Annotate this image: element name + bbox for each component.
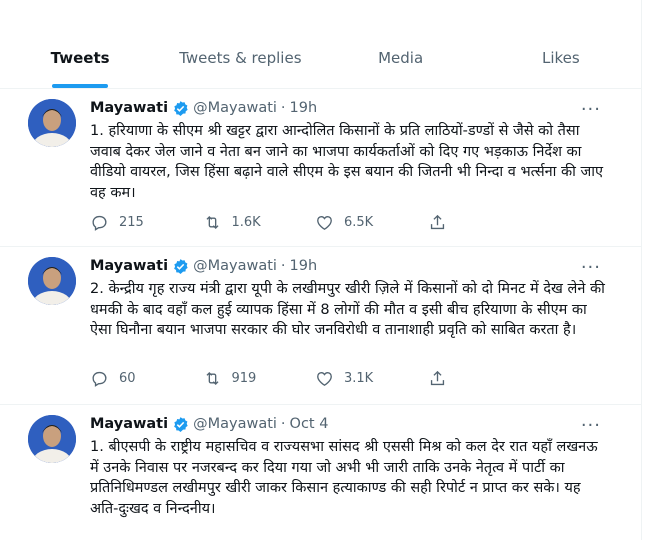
share-button[interactable] — [428, 369, 541, 388]
verified-badge-icon — [174, 258, 188, 274]
tweet-actions: 60 919 3.1K — [90, 368, 540, 388]
tweet-timestamp[interactable]: Oct 4 — [290, 416, 329, 432]
avatar[interactable] — [28, 415, 76, 463]
author-handle[interactable]: @Mayawati — [193, 258, 277, 274]
active-tab-indicator — [52, 84, 109, 88]
tab-media[interactable]: Media — [321, 28, 481, 88]
tweet-header: Mayawati @Mayawati · Oct 4 — [90, 413, 328, 435]
like-button[interactable]: 6.5K — [315, 213, 428, 232]
tweet-text: 2. केन्द्रीय गृह राज्य मंत्री द्वारा यूप… — [90, 281, 605, 338]
like-icon — [317, 215, 332, 230]
author-handle[interactable]: @Mayawati — [193, 416, 277, 432]
more-icon[interactable]: ··· — [581, 415, 601, 436]
tweet-timestamp[interactable]: 19h — [290, 258, 318, 274]
separator-dot: · — [280, 416, 286, 432]
tweet-text: 1. हरियाणा के सीएम श्री खट्टर द्वारा आन्… — [90, 123, 604, 201]
reply-count: 60 — [119, 370, 136, 386]
tweet[interactable]: Mayawati @Mayawati · Oct 4 ··· 1. बीएसपी… — [0, 405, 641, 540]
reply-button[interactable]: 60 — [90, 369, 203, 388]
retweet-count: 919 — [231, 370, 257, 386]
tweet-text: 1. बीएसपी के राष्ट्रीय महासचिव व राज्यसभ… — [90, 439, 598, 517]
profile-tabs: Tweets Tweets & replies Media Likes — [0, 28, 641, 89]
tab-likes-label: Likes — [542, 49, 580, 67]
like-button[interactable]: 3.1K — [315, 369, 428, 388]
reply-button[interactable]: 215 — [90, 213, 203, 232]
avatar[interactable] — [28, 99, 76, 147]
tab-likes[interactable]: Likes — [481, 28, 641, 88]
separator-dot: · — [280, 258, 286, 274]
tweet-header: Mayawati @Mayawati · 19h — [90, 255, 317, 277]
tweet-actions: 215 1.6K 6.5K — [90, 212, 540, 232]
more-icon[interactable]: ··· — [581, 99, 601, 120]
author-name[interactable]: Mayawati — [90, 416, 168, 432]
avatar[interactable] — [28, 257, 76, 305]
tab-tweets-and-replies[interactable]: Tweets & replies — [160, 28, 320, 88]
tab-tweets-and-replies-label: Tweets & replies — [179, 49, 302, 67]
verified-badge-icon — [174, 416, 188, 432]
like-count: 6.5K — [344, 214, 374, 230]
tweet-header: Mayawati @Mayawati · 19h — [90, 97, 317, 119]
share-icon — [430, 370, 444, 385]
like-count: 3.1K — [344, 370, 374, 386]
reply-icon — [92, 371, 107, 387]
reply-count: 215 — [119, 214, 144, 230]
tweet-timestamp[interactable]: 19h — [290, 100, 318, 116]
column-border — [641, 0, 642, 540]
retweet-button[interactable]: 919 — [203, 369, 316, 388]
verified-badge-icon — [174, 100, 188, 116]
author-handle[interactable]: @Mayawati — [193, 100, 277, 116]
retweet-count: 1.6K — [231, 214, 261, 230]
like-icon — [317, 371, 332, 386]
separator-dot: · — [280, 100, 286, 116]
retweet-button[interactable]: 1.6K — [203, 213, 316, 232]
reply-icon — [92, 215, 107, 231]
tweet[interactable]: Mayawati @Mayawati · 19h ··· 1. हरियाणा … — [0, 89, 641, 247]
retweet-icon — [205, 215, 219, 229]
top-strip — [0, 0, 650, 28]
tab-media-label: Media — [378, 49, 424, 67]
share-button[interactable] — [428, 213, 541, 232]
more-icon[interactable]: ··· — [581, 257, 601, 278]
tab-tweets-label: Tweets — [50, 49, 110, 67]
tab-tweets[interactable]: Tweets — [0, 28, 160, 88]
author-name[interactable]: Mayawati — [90, 100, 168, 116]
author-name[interactable]: Mayawati — [90, 258, 168, 274]
retweet-icon — [205, 371, 219, 385]
share-icon — [430, 214, 444, 229]
tweet[interactable]: Mayawati @Mayawati · 19h ··· 2. केन्द्री… — [0, 247, 641, 405]
